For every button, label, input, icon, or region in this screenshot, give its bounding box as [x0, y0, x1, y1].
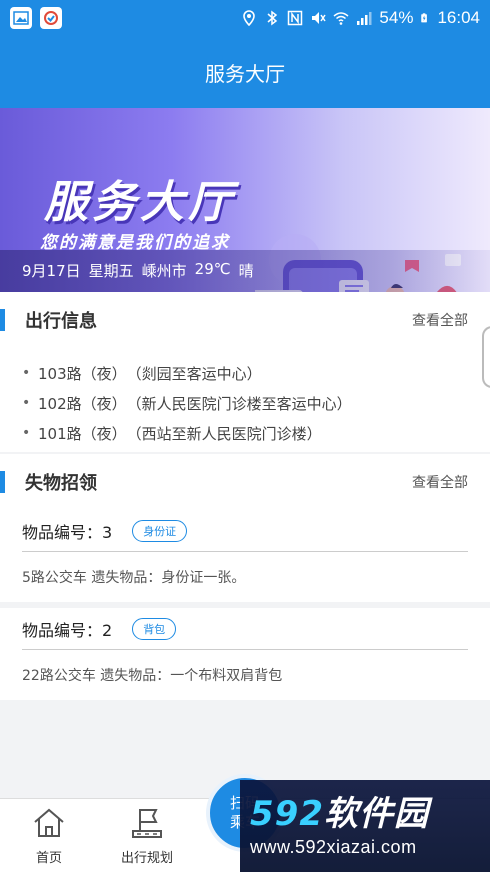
- clock: 16:04: [437, 8, 480, 27]
- section-accent-bar: [0, 471, 5, 493]
- wifi-icon: [333, 12, 349, 25]
- date-text: 9月17日: [22, 262, 81, 280]
- status-bar: 54% 16:04: [0, 0, 490, 36]
- route-list: • 103路（夜） （剡园至客运中心） • 102路（夜） （新人民医院门诊楼至…: [0, 348, 490, 452]
- route-item[interactable]: • 103路（夜） （剡园至客运中心）: [0, 358, 490, 388]
- route-flag-icon: [132, 809, 162, 838]
- nav-home-label: 首页: [35, 851, 62, 866]
- location-icon: [243, 10, 256, 26]
- home-icon: [34, 808, 64, 837]
- signal-icon: [357, 12, 372, 25]
- weekday-text: 星期五: [88, 262, 134, 280]
- site-watermark: 592软件园 www.592xiazai.com: [240, 780, 490, 872]
- nav-route-planning-label: 出行规划: [120, 851, 173, 866]
- date-weather-strip: 9月17日 星期五 嵊州市 29℃ 晴: [0, 250, 490, 292]
- gallery-notification-icon: [10, 7, 32, 29]
- side-drawer-handle[interactable]: [482, 326, 490, 388]
- weather-text: 晴: [238, 262, 254, 280]
- route-desc: （新人民医院门诊楼至客运中心）: [126, 394, 352, 413]
- battery-percent: 54%: [379, 8, 414, 27]
- bluetooth-icon: [267, 10, 278, 26]
- route-name: 102路（夜）: [38, 394, 127, 413]
- battery-charging-icon: [421, 13, 428, 23]
- lost-item-tag: 身份证: [132, 519, 188, 542]
- watermark-brand-number: 592: [250, 794, 324, 834]
- lost-item-tag: 背包: [132, 617, 177, 640]
- lost-item-desc: 22路公交车 遗失物品：一个布料双肩背包: [22, 668, 283, 684]
- nav-home[interactable]: 首页: [0, 799, 98, 872]
- city-text: 嵊州市: [141, 262, 187, 280]
- lost-item-number: 物品编号：2: [22, 620, 113, 640]
- travel-info-title: 出行信息: [25, 311, 97, 332]
- route-item[interactable]: • 102路（夜） （新人民医院门诊楼至客运中心）: [0, 388, 490, 418]
- page-title: 服务大厅: [205, 61, 285, 86]
- route-desc: （剡园至客运中心）: [126, 364, 262, 383]
- route-name: 103路（夜）: [38, 364, 127, 383]
- bullet-icon: •: [22, 425, 31, 441]
- lost-item-card[interactable]: 物品编号：3 身份证 5路公交车 遗失物品：身份证一张。: [0, 510, 490, 602]
- lost-item-row: 物品编号：2 背包: [22, 608, 468, 650]
- lost-item-row: 物品编号：3 身份证: [22, 510, 468, 552]
- lost-found-header: 失物招领 查看全部: [0, 454, 490, 510]
- nfc-icon: [288, 10, 303, 26]
- banner-title: 服务大厅: [44, 177, 236, 228]
- lost-found-view-all-link[interactable]: 查看全部: [412, 472, 468, 492]
- section-accent-bar: [0, 309, 5, 331]
- app-notification-icon: [40, 7, 62, 29]
- lost-item-desc: 5路公交车 遗失物品：身份证一张。: [22, 570, 246, 586]
- bullet-icon: •: [22, 365, 31, 381]
- lost-found-title: 失物招领: [25, 473, 97, 494]
- nav-route-planning[interactable]: 出行规划: [98, 799, 196, 872]
- watermark-brand: 592软件园: [250, 786, 480, 835]
- route-name: 101路（夜）: [38, 424, 127, 443]
- lost-item-card[interactable]: 物品编号：2 背包 22路公交车 遗失物品：一个布料双肩背包: [0, 608, 490, 700]
- lost-item-number: 物品编号：3: [22, 522, 113, 542]
- travel-info-view-all-link[interactable]: 查看全部: [412, 310, 468, 330]
- travel-info-header: 出行信息 查看全部: [0, 292, 490, 348]
- route-item[interactable]: • 101路（夜） （西站至新人民医院门诊楼）: [0, 418, 490, 448]
- bullet-icon: •: [22, 395, 31, 411]
- temperature-text: 29℃: [194, 260, 231, 278]
- mute-icon: [312, 12, 327, 24]
- watermark-url: www.592xiazai.com: [250, 837, 417, 857]
- route-desc: （西站至新人民医院门诊楼）: [126, 424, 322, 443]
- watermark-brand-text: 软件园: [323, 794, 429, 834]
- title-bar: 服务大厅: [0, 36, 490, 108]
